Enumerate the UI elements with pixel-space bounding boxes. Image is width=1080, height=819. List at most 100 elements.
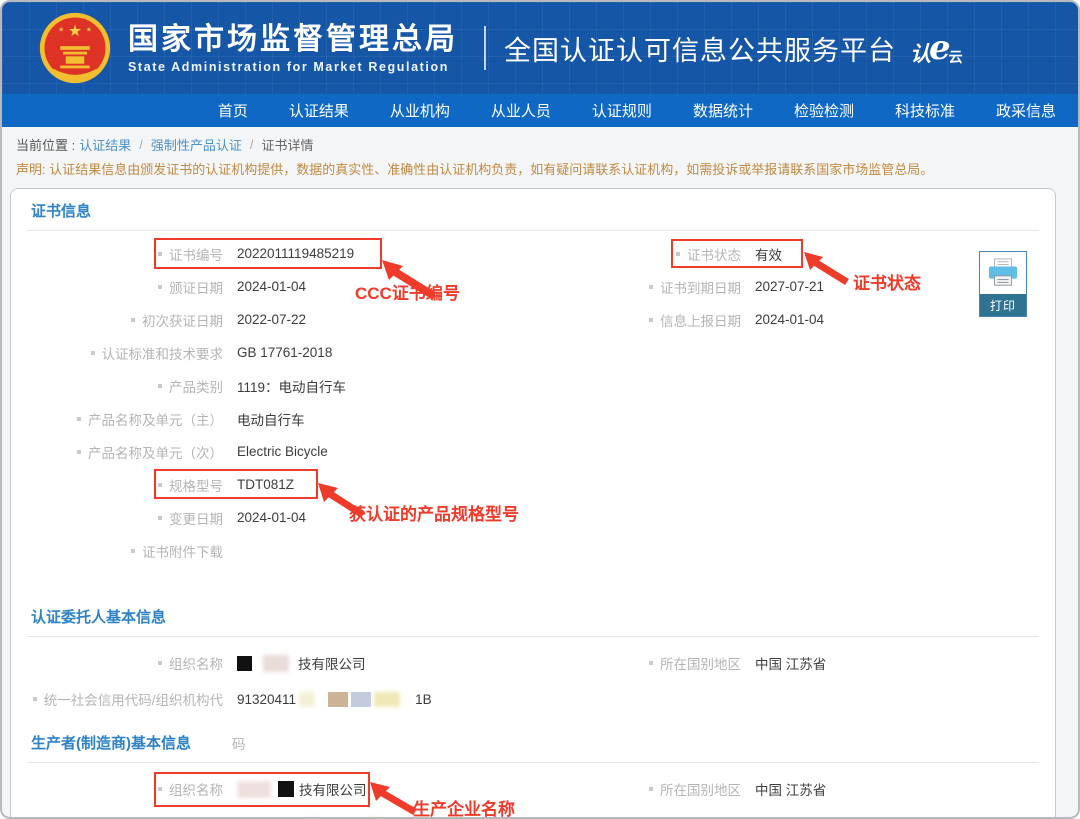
platform-title: 全国认证认可信息公共服务平台 [504,29,896,68]
annotation-text-model: 获认证的产品规格型号 [349,500,519,525]
nav-bar: 首页 认证结果 从业机构 从业人员 认证规则 数据统计 检验检测 科技标准 政采… [2,94,1078,127]
redaction-block [328,692,348,707]
field-bullet [131,549,135,553]
field-category: 产品类别 1119：电动自行车 [23,376,623,396]
change-date-value: 2024-01-04 [237,510,306,525]
status-label: 证书状态 [687,244,741,264]
nav-item-personnel[interactable]: 从业人员 [491,100,551,121]
page: ★ ★ ★ 国家市场监督管理总局 State Administration fo… [0,0,1080,819]
field-cert-no: 证书编号 2022011119485219 [23,244,623,264]
breadcrumb-prefix: 当前位置 : [16,135,75,154]
product-sub-value: Electric Bicycle [237,444,328,459]
manufacturer-org-label: 组织名称 [169,779,223,799]
field-bullet [649,318,653,322]
applicant-fields: 组织名称 技有限公司 所在国别地区 中国 江苏省 统一社会信用代码/组织机构代 [11,645,1055,717]
svg-text:★: ★ [58,26,64,33]
redaction-block [374,692,400,707]
standard-label: 认证标准和技术要求 [102,343,224,363]
section-title-manufacturer: 生产者(制造商)基本信息 码 [27,721,1039,763]
field-manufacturer-region: 所在国别地区 中国 江苏省 [623,779,1055,799]
printer-icon [986,258,1020,288]
field-row: 初次获证日期 2022-07-22 信息上报日期 2024-01-04 [11,303,1055,336]
field-bullet [158,516,162,520]
wrapped-label-char: 码 [232,733,246,753]
content-panel: 证书信息 证书编号 2022011119485219 证书状态 有效 CC [10,188,1056,819]
annotation-text-status: 证书状态 [853,269,921,294]
field-manufacturer-credit: 统一社会信用代码/组织机构代 91320411 1B [23,815,623,819]
cert-no-value: 2022011119485219 [237,246,354,261]
applicant-credit-prefix: 91320411 [237,692,296,707]
manufacturer-org-value: 技有限公司 [299,779,367,799]
standard-value: GB 17761-2018 [237,345,332,360]
field-product-sub: 产品名称及单元（次） Electric Bicycle [23,442,623,462]
section-title-certificate: 证书信息 [27,189,1039,231]
expire-date-label: 证书到期日期 [660,277,741,297]
nav-item-statistics[interactable]: 数据统计 [693,100,753,121]
field-bullet [158,285,162,289]
field-attachment: 证书附件下载 [23,541,623,561]
breadcrumb-current: 证书详情 [262,135,314,154]
field-row: 产品名称及单元（次） Electric Bicycle [11,435,1055,468]
nav-item-procurement[interactable]: 政采信息 [996,100,1056,121]
breadcrumb-link-ccc[interactable]: 强制性产品认证 [151,135,242,154]
report-date-label: 信息上报日期 [660,310,741,330]
nav-item-standards[interactable]: 科技标准 [895,100,955,121]
logo-char-e: e [929,31,951,65]
issue-date-label: 颁证日期 [169,277,223,297]
report-date-value: 2024-01-04 [755,312,824,327]
print-button-label: 打印 [980,294,1026,316]
agency-subtitle: State Administration for Market Regulati… [128,60,458,74]
applicant-credit-suffix: 1B [415,692,432,707]
logo-char-yun: 云 [949,50,963,64]
field-row: 统一社会信用代码/组织机构代 91320411 1B [11,807,1055,819]
field-standard: 认证标准和技术要求 GB 17761-2018 [23,343,623,363]
disclaimer-text: 声明: 认证结果信息由颁发证书的认证机构提供，数据的真实性、准确性由认证机构负责… [2,159,1078,178]
field-bullet [131,318,135,322]
manufacturer-title: 生产者(制造商)基本信息 [31,735,191,752]
logo-char-ren: 认 [910,44,931,65]
print-button[interactable]: 打印 [979,251,1027,317]
model-value: TDT081Z [237,477,294,492]
applicant-credit-label: 统一社会信用代码/组织机构代 [44,689,223,709]
redaction-block [237,781,271,798]
field-row: 变更日期 2024-01-04 [11,501,1055,534]
annotation-text-manufacturer: 生产企业名称 [413,795,515,819]
nav-item-home[interactable]: 首页 [218,100,248,121]
redaction-block [299,692,315,707]
field-bullet [158,384,162,388]
expire-date-value: 2027-07-21 [755,279,824,294]
field-row: 统一社会信用代码/组织机构代 91320411 1B [11,681,1055,717]
applicant-org-label: 组织名称 [169,653,223,673]
svg-text:★: ★ [86,26,92,33]
field-change-date: 变更日期 2024-01-04 [23,508,623,528]
agency-title-block: 国家市场监督管理总局 State Administration for Mark… [128,23,458,74]
svg-text:★: ★ [68,23,82,40]
manufacturer-fields: 组织名称 技有限公司 所在国别地区 中国 江苏省 生产企业名称 [11,771,1055,819]
nav-item-rules[interactable]: 认证规则 [592,100,652,121]
applicant-region-label: 所在国别地区 [660,653,741,673]
field-row: 规格型号 TDT081Z 获认证的产品规格型号 [11,468,1055,501]
field-applicant-region: 所在国别地区 中国 江苏省 [623,653,1055,673]
manufacturer-region-label: 所在国别地区 [660,779,741,799]
national-emblem-icon: ★ ★ ★ [38,11,112,85]
nav-item-cert-results[interactable]: 认证结果 [289,100,349,121]
field-issue-date: 颁证日期 2024-01-04 [23,277,623,297]
model-label: 规格型号 [169,475,223,495]
breadcrumb-separator: / [139,137,143,152]
field-bullet [33,697,37,701]
field-row: 证书编号 2022011119485219 证书状态 有效 CCC证书编号 [11,237,1055,270]
nav-item-inspection[interactable]: 检验检测 [794,100,854,121]
attachment-download-label[interactable]: 证书附件下载 [142,541,223,561]
issue-date-value: 2024-01-04 [237,279,306,294]
field-bullet [158,787,162,791]
breadcrumb: 当前位置 : 认证结果 / 强制性产品认证 / 证书详情 [2,130,1078,158]
breadcrumb-link-cert-results[interactable]: 认证结果 [79,135,131,154]
first-issue-label: 初次获证日期 [142,310,223,330]
agency-title: 国家市场监督管理总局 [128,23,458,57]
status-value: 有效 [755,244,782,264]
nav-item-agencies[interactable]: 从业机构 [390,100,450,121]
redaction-block [237,656,252,671]
applicant-region-value: 中国 江苏省 [755,653,826,673]
category-label: 产品类别 [169,376,223,396]
field-row: 产品类别 1119：电动自行车 [11,369,1055,402]
